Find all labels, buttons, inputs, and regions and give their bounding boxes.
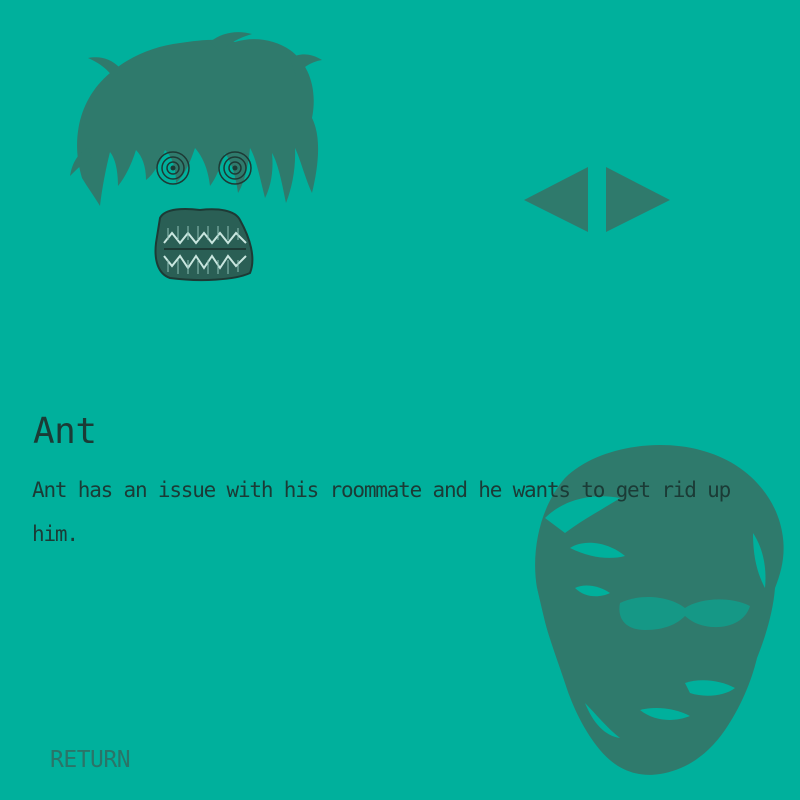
character-select-screen: Ant Ant has an issue with his roommate a… [0,0,800,800]
character-name: Ant [33,411,97,452]
left-eye-icon [156,151,190,185]
return-button[interactable]: RETURN [50,743,131,777]
character-portrait [70,32,322,282]
previous-character-button[interactable] [520,163,590,235]
triangle-left-icon [524,167,588,232]
triangle-right-icon [606,167,670,232]
right-eye-icon [218,151,252,185]
hair-silhouette [70,32,322,206]
teeth-icon [154,208,254,282]
character-navigation [520,163,680,235]
character-description: Ant has an issue with his roommate and h… [32,478,731,546]
next-character-button[interactable] [604,163,674,235]
